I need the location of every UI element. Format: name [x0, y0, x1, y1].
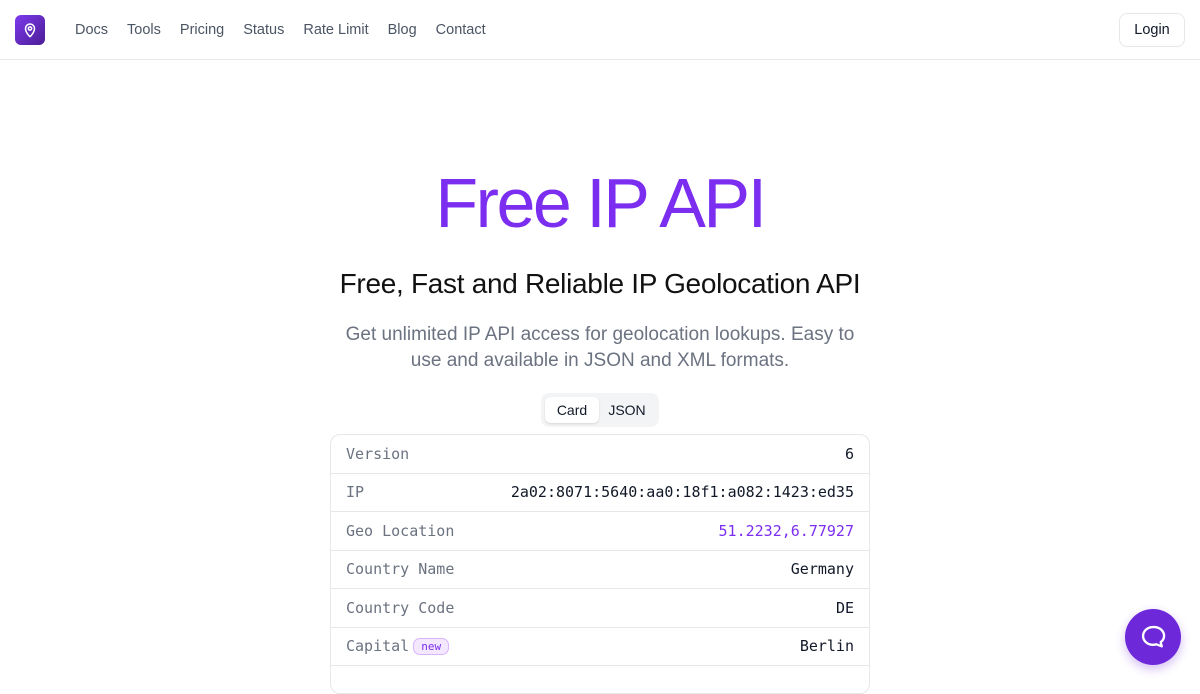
login-button[interactable]: Login: [1119, 13, 1185, 47]
row-value: Germany: [790, 560, 854, 579]
row-key: Version: [346, 444, 410, 463]
nav-pricing[interactable]: Pricing: [180, 22, 224, 38]
ip-result-card: Version 6 IP 2a02:8071:5640:aa0:18f1:a08…: [330, 434, 870, 694]
row-key: Geo Location: [346, 521, 455, 540]
table-row: Version 6: [331, 435, 869, 474]
nav-contact[interactable]: Contact: [436, 22, 486, 38]
row-value: 6: [844, 444, 854, 463]
new-badge: new: [413, 637, 450, 655]
page-subtitle: Free, Fast and Reliable IP Geolocation A…: [339, 268, 861, 299]
nav-rate-limit[interactable]: Rate Limit: [303, 22, 368, 38]
tab-card[interactable]: Card: [545, 397, 599, 423]
row-key: IP: [346, 483, 365, 502]
table-row: Country Code DE: [331, 589, 869, 628]
row-value: 2a02:8071:5640:aa0:18f1:a082:1423:ed35: [510, 483, 854, 502]
view-toggle: Card JSON: [541, 393, 659, 427]
row-key: Capital: [346, 637, 410, 656]
row-key: Country Code: [346, 598, 455, 617]
nav-tools[interactable]: Tools: [127, 22, 161, 38]
page-title: Free IP API: [435, 164, 767, 242]
geo-location-link[interactable]: 51.2232,6.77927: [719, 522, 854, 540]
page-description: Get unlimited IP API access for geolocat…: [345, 324, 855, 371]
tab-json[interactable]: JSON: [599, 397, 655, 423]
table-row: [331, 666, 869, 693]
map-pin-icon: [24, 23, 36, 38]
chat-widget-button[interactable]: [1125, 609, 1181, 665]
nav-blog[interactable]: Blog: [388, 22, 417, 38]
top-navbar: Docs Tools Pricing Status Rate Limit Blo…: [0, 0, 1200, 60]
table-row: Capital new Berlin: [331, 628, 869, 666]
chat-bubble-icon: [1141, 625, 1166, 648]
nav-status[interactable]: Status: [243, 22, 284, 38]
logo[interactable]: [15, 15, 45, 45]
table-row: Country Name Germany: [331, 551, 869, 589]
row-key-wrapper: Capital new: [346, 637, 450, 656]
row-value: Berlin: [799, 637, 854, 656]
nav-docs[interactable]: Docs: [75, 22, 108, 38]
table-row: IP 2a02:8071:5640:aa0:18f1:a082:1423:ed3…: [331, 474, 869, 512]
main-nav: Docs Tools Pricing Status Rate Limit Blo…: [75, 0, 505, 60]
table-row: Geo Location 51.2232,6.77927: [331, 512, 869, 551]
row-key: Country Name: [346, 560, 455, 579]
row-value: DE: [835, 598, 854, 617]
